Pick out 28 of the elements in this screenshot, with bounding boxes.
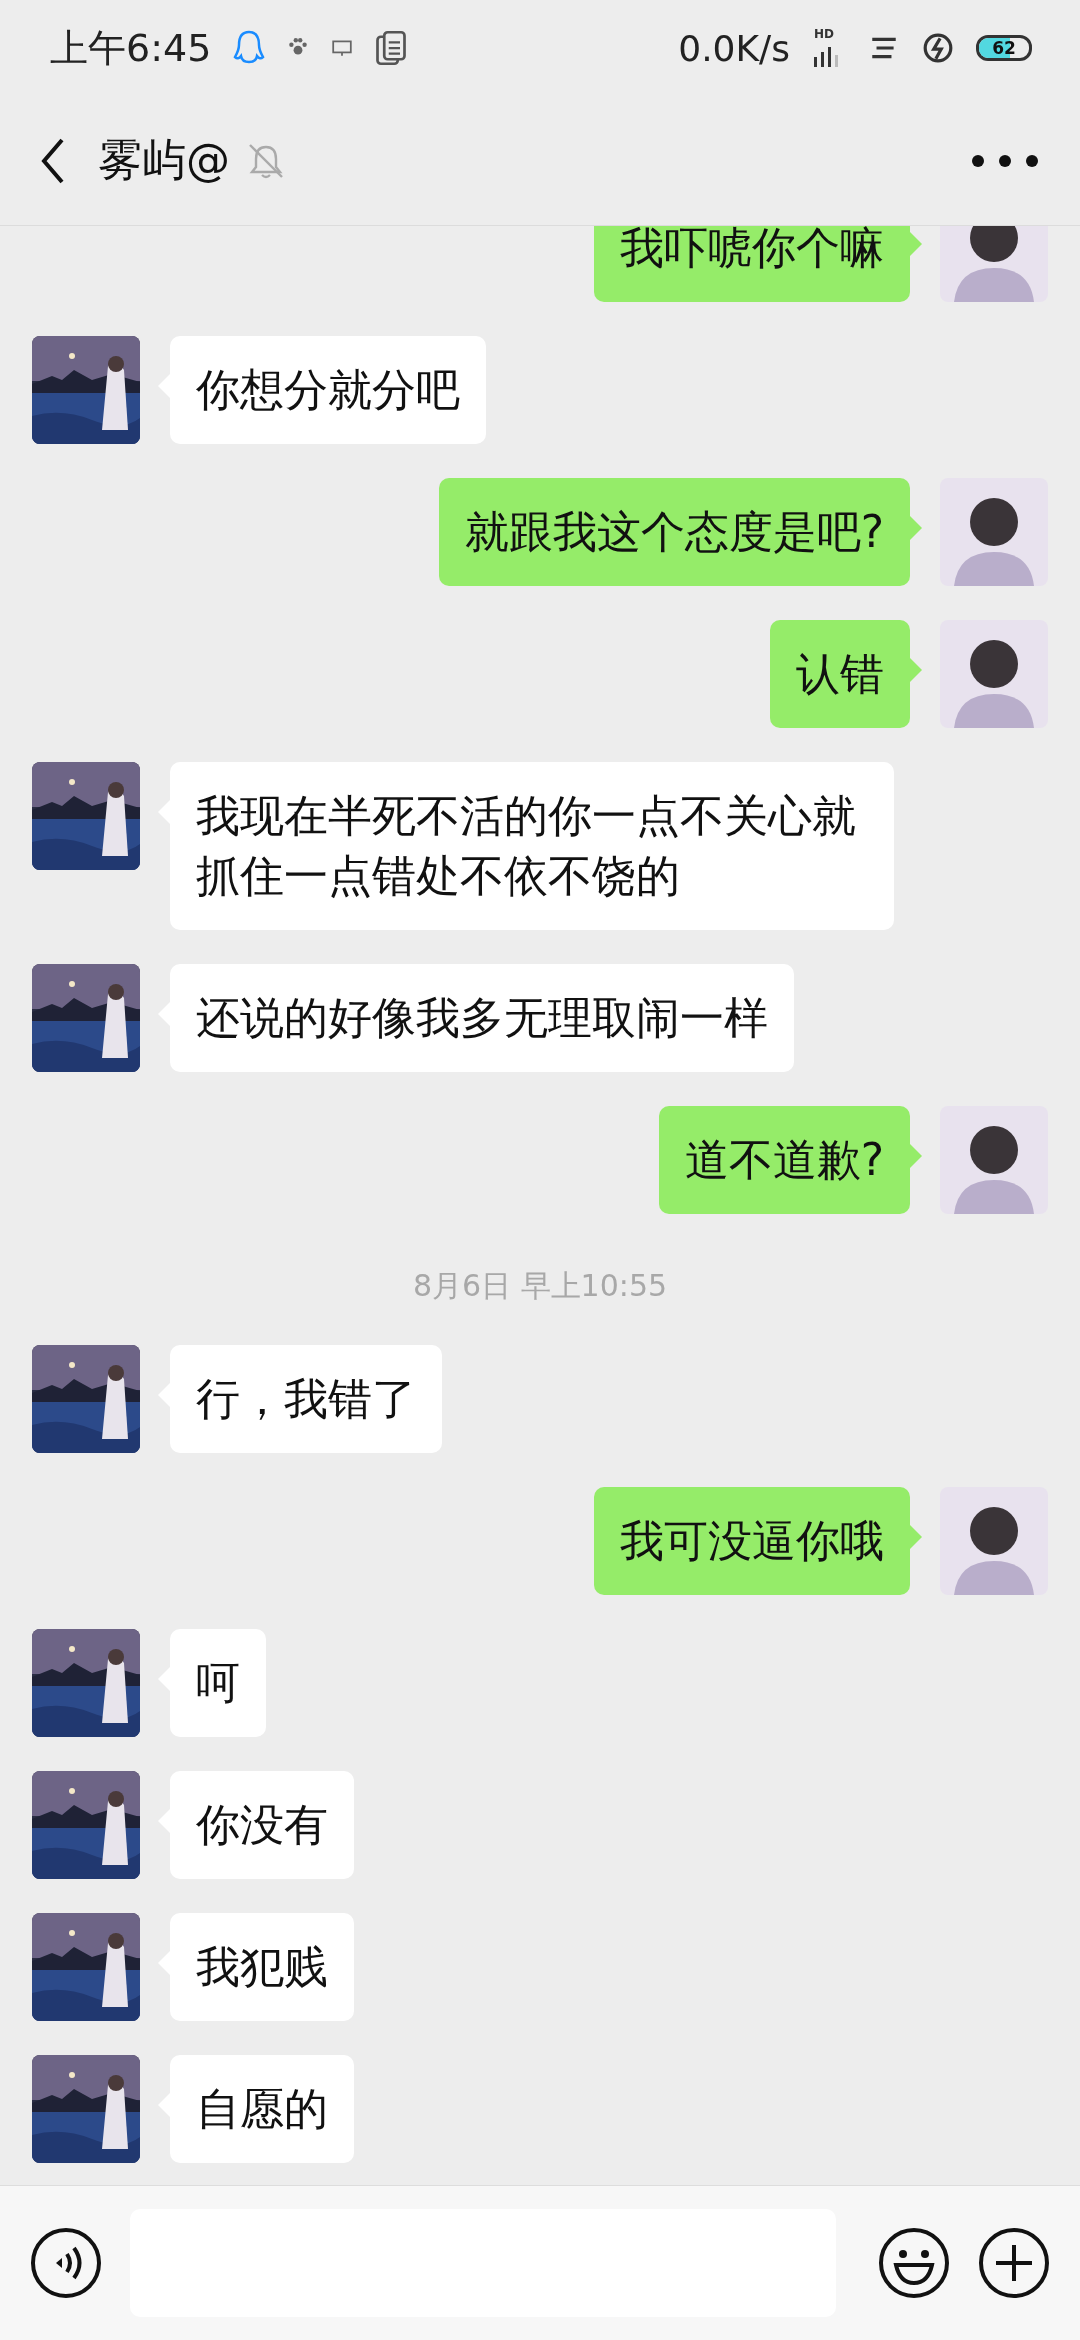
message-bubble: 还说的好像我多无理取闹一样 <box>170 964 794 1072</box>
message-bubble: 你没有 <box>170 1771 354 1879</box>
more-icon[interactable] <box>970 152 1040 169</box>
document-icon <box>375 30 408 66</box>
message-bubble: 行，我错了 <box>170 1345 442 1453</box>
hd-label: HD <box>814 28 834 40</box>
message-bubble: 就跟我这个态度是吧? <box>438 478 910 586</box>
message-bubble: 道不道歉? <box>658 1106 910 1214</box>
chat-title: 雾屿@ <box>98 133 230 187</box>
emoji-icon[interactable] <box>878 2227 950 2299</box>
message-bubble: 我现在半死不活的你一点不关心就抓住一点错处不依不饶的 <box>170 762 894 930</box>
avatar-icon <box>940 1106 1048 1214</box>
message-bubble: 呵 <box>170 1629 266 1737</box>
voice-icon[interactable] <box>30 2227 102 2299</box>
plus-icon[interactable] <box>978 2227 1050 2299</box>
timestamp: 8月6日 早上10:55 <box>412 1267 668 1305</box>
message-bubble: 我可没逼你哦 <box>594 1487 910 1595</box>
clock-time: 上午6:45 <box>50 24 212 72</box>
message-bubble: 你想分就分吧 <box>170 336 486 444</box>
avatar-icon <box>940 478 1048 586</box>
network-speed: 0.0K/s <box>678 27 790 69</box>
message-bubble: 我吓唬你个嘛 <box>594 226 910 302</box>
avatar-icon <box>940 1487 1048 1595</box>
avatar-icon <box>940 620 1048 728</box>
penguin-icon <box>233 30 266 66</box>
message-bubble: 我犯贱 <box>170 1913 354 2021</box>
message-bubble: 认错 <box>770 620 910 728</box>
message-bubble: 自愿的 <box>170 2055 354 2163</box>
